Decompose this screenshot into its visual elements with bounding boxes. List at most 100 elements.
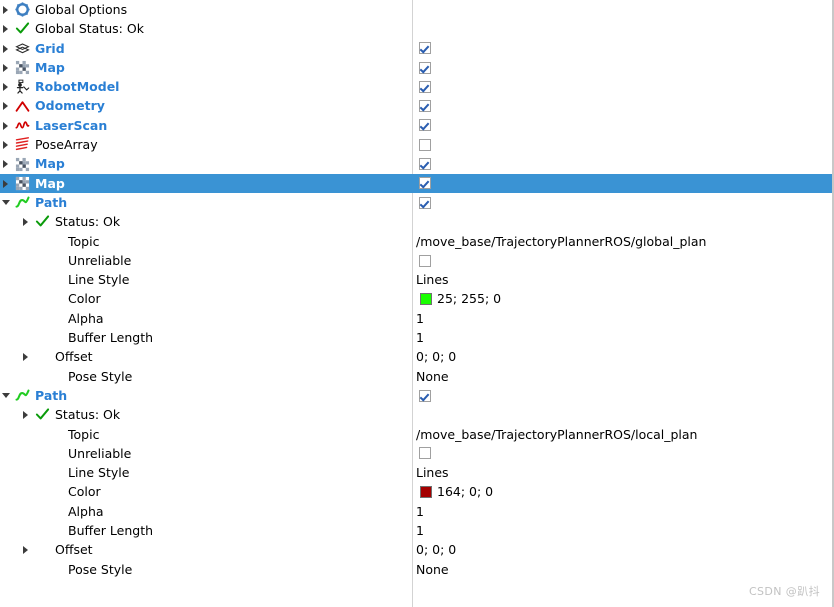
display-value-cell[interactable] (412, 135, 832, 154)
display-value-cell[interactable] (412, 444, 832, 463)
display-value-cell[interactable] (412, 193, 832, 212)
chevron-right-icon[interactable] (0, 96, 13, 115)
display-row[interactable]: Line Style Lines (0, 463, 832, 482)
display-name-cell[interactable]: Topic (0, 232, 412, 251)
display-value-cell[interactable] (412, 405, 832, 424)
display-value-cell[interactable]: None (412, 367, 832, 386)
enable-checkbox[interactable] (419, 447, 431, 460)
display-value-cell[interactable]: 0; 0; 0 (412, 347, 832, 366)
display-row[interactable]: Color 25; 255; 0 (0, 289, 832, 308)
chevron-down-icon[interactable] (0, 386, 13, 405)
display-value-cell[interactable]: Lines (412, 270, 832, 289)
display-name-cell[interactable]: PoseArray (0, 135, 412, 154)
display-name-cell[interactable]: Pose Style (0, 367, 412, 386)
display-value-cell[interactable]: None (412, 560, 832, 579)
display-row[interactable]: Buffer Length 1 (0, 521, 832, 540)
display-name-cell[interactable]: Path (0, 193, 412, 212)
enable-checkbox[interactable] (419, 42, 431, 55)
display-row[interactable]: LaserScan (0, 116, 832, 135)
chevron-right-icon[interactable] (0, 19, 13, 38)
display-value-cell[interactable]: 164; 0; 0 (412, 482, 832, 501)
display-value-cell[interactable]: 25; 255; 0 (412, 289, 832, 308)
display-value-cell[interactable] (412, 386, 832, 405)
display-row[interactable]: RobotModel (0, 77, 832, 96)
display-name-cell[interactable]: Map (0, 174, 412, 193)
display-row[interactable]: PoseArray (0, 135, 832, 154)
display-row[interactable]: Map (0, 58, 832, 77)
display-row[interactable]: Grid (0, 39, 832, 58)
display-row[interactable]: Line Style Lines (0, 270, 832, 289)
display-name-cell[interactable]: Topic (0, 425, 412, 444)
display-row[interactable]: Unreliable (0, 251, 832, 270)
enable-checkbox[interactable] (419, 389, 431, 402)
display-row[interactable]: Alpha 1 (0, 309, 832, 328)
display-name-cell[interactable]: Buffer Length (0, 328, 412, 347)
display-name-cell[interactable]: Global Status: Ok (0, 19, 412, 38)
display-row[interactable]: Buffer Length 1 (0, 328, 832, 347)
display-name-cell[interactable]: Line Style (0, 270, 412, 289)
display-value-cell[interactable]: 1 (412, 502, 832, 521)
display-row[interactable]: Color 164; 0; 0 (0, 482, 832, 501)
display-row[interactable]: Pose Style None (0, 560, 832, 579)
display-row[interactable]: Offset 0; 0; 0 (0, 347, 832, 366)
display-name-cell[interactable]: Alpha (0, 502, 412, 521)
chevron-right-icon[interactable] (0, 0, 13, 19)
display-row[interactable]: Global Status: Ok (0, 19, 832, 38)
display-row[interactable]: Status: Ok (0, 212, 832, 231)
chevron-right-icon[interactable] (0, 135, 13, 154)
display-name-cell[interactable]: RobotModel (0, 77, 412, 96)
display-row[interactable]: Pose Style None (0, 367, 832, 386)
chevron-right-icon[interactable] (20, 347, 33, 366)
color-swatch[interactable] (420, 293, 432, 306)
enable-checkbox[interactable] (419, 254, 431, 267)
display-name-cell[interactable]: Alpha (0, 309, 412, 328)
display-row[interactable]: Offset 0; 0; 0 (0, 540, 832, 559)
display-value-cell[interactable] (412, 251, 832, 270)
chevron-right-icon[interactable] (0, 154, 13, 173)
display-value-cell[interactable]: 1 (412, 309, 832, 328)
display-name-cell[interactable]: Status: Ok (0, 405, 412, 424)
display-name-cell[interactable]: Color (0, 482, 412, 501)
enable-checkbox[interactable] (419, 119, 431, 132)
display-value-cell[interactable] (412, 77, 832, 96)
enable-checkbox[interactable] (419, 138, 431, 151)
chevron-right-icon[interactable] (20, 540, 33, 559)
display-row[interactable]: Odometry (0, 96, 832, 115)
display-name-cell[interactable]: Path (0, 386, 412, 405)
display-value-cell[interactable]: Lines (412, 463, 832, 482)
display-value-cell[interactable] (412, 19, 832, 38)
display-value-cell[interactable] (412, 116, 832, 135)
display-value-cell[interactable]: 0; 0; 0 (412, 540, 832, 559)
display-name-cell[interactable]: Pose Style (0, 560, 412, 579)
display-row[interactable]: Path (0, 386, 832, 405)
display-row[interactable]: Path (0, 193, 832, 212)
enable-checkbox[interactable] (419, 100, 431, 113)
display-value-cell[interactable] (412, 154, 832, 173)
color-swatch[interactable] (420, 486, 432, 499)
display-name-cell[interactable]: Buffer Length (0, 521, 412, 540)
display-row[interactable]: Map (0, 173, 832, 193)
display-value-cell[interactable]: /move_base/TrajectoryPlannerROS/global_p… (412, 232, 832, 251)
display-name-cell[interactable]: LaserScan (0, 116, 412, 135)
display-value-cell[interactable] (412, 39, 832, 58)
display-name-cell[interactable]: Odometry (0, 96, 412, 115)
display-row[interactable]: Global Options (0, 0, 832, 19)
display-name-cell[interactable]: Color (0, 289, 412, 308)
enable-checkbox[interactable] (419, 61, 431, 74)
display-value-cell[interactable]: 1 (412, 328, 832, 347)
display-row[interactable]: Unreliable (0, 444, 832, 463)
chevron-right-icon[interactable] (0, 174, 13, 193)
display-name-cell[interactable]: Offset (0, 347, 412, 366)
display-name-cell[interactable]: Offset (0, 540, 412, 559)
display-row[interactable]: Map (0, 154, 832, 173)
display-value-cell[interactable] (412, 212, 832, 231)
display-name-cell[interactable]: Map (0, 154, 412, 173)
display-value-cell[interactable] (412, 58, 832, 77)
display-name-cell[interactable]: Unreliable (0, 251, 412, 270)
display-value-cell[interactable] (412, 174, 832, 193)
chevron-right-icon[interactable] (0, 116, 13, 135)
display-value-cell[interactable]: 1 (412, 521, 832, 540)
chevron-right-icon[interactable] (0, 77, 13, 96)
display-name-cell[interactable]: Map (0, 58, 412, 77)
display-row[interactable]: Topic/move_base/TrajectoryPlannerROS/loc… (0, 425, 832, 444)
